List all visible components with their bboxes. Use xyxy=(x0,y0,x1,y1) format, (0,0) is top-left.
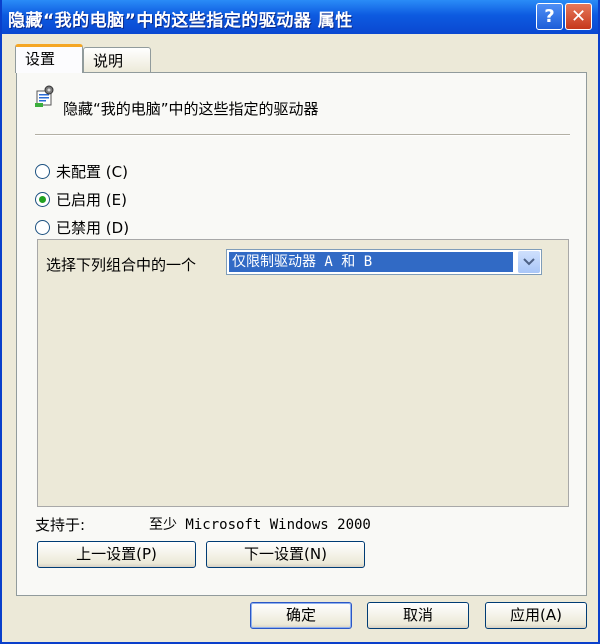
window-title: 隐藏“我的电脑”中的这些指定的驱动器 属性 xyxy=(8,11,353,31)
radio-button[interactable] xyxy=(35,220,50,235)
options-box: 选择下列组合中的一个 仅限制驱动器 A 和 B xyxy=(37,239,569,507)
radio-not-configured[interactable]: 未配置 (C) xyxy=(35,161,128,182)
chevron-down-icon xyxy=(523,258,535,266)
prev-setting-button[interactable]: 上一设置(P) xyxy=(37,541,196,568)
radio-button[interactable] xyxy=(35,192,50,207)
select-value: 仅限制驱动器 A 和 B xyxy=(229,252,513,272)
radio-accel: (E) xyxy=(105,191,127,209)
title-bar[interactable]: 隐藏“我的电脑”中的这些指定的驱动器 属性 ? ✕ xyxy=(2,0,598,34)
drive-combination-select[interactable]: 仅限制驱动器 A 和 B xyxy=(226,249,542,275)
supported-label: 支持于: xyxy=(35,516,86,534)
divider xyxy=(35,134,570,136)
close-button[interactable]: ✕ xyxy=(565,3,592,30)
radio-label: 已禁用 xyxy=(56,219,102,237)
next-setting-button[interactable]: 下一设置(N) xyxy=(206,541,365,568)
tab-explain[interactable]: 说明 xyxy=(83,47,151,73)
policy-settings-icon xyxy=(35,85,54,107)
dropdown-button[interactable] xyxy=(518,251,540,273)
radio-enabled[interactable]: 已启用 (E) xyxy=(35,189,127,210)
radio-button[interactable] xyxy=(35,164,50,179)
radio-disabled[interactable]: 已禁用 (D) xyxy=(35,217,129,238)
help-button[interactable]: ? xyxy=(536,3,563,30)
select-label: 选择下列组合中的一个 xyxy=(46,256,197,274)
tab-settings[interactable]: 设置 xyxy=(15,44,83,73)
help-icon: ? xyxy=(544,6,555,27)
apply-button[interactable]: 应用(A) xyxy=(485,602,587,629)
radio-label: 已启用 xyxy=(56,191,102,209)
policy-title: 隐藏“我的电脑”中的这些指定的驱动器 xyxy=(63,100,319,118)
close-icon: ✕ xyxy=(570,6,587,27)
cancel-button[interactable]: 取消 xyxy=(367,602,469,629)
radio-label: 未配置 xyxy=(56,163,102,181)
properties-dialog: 隐藏“我的电脑”中的这些指定的驱动器 属性 ? ✕ 设置 说明 隐藏“我的电脑”… xyxy=(0,0,600,644)
ok-button[interactable]: 确定 xyxy=(250,602,352,629)
supported-value: 至少 Microsoft Windows 2000 xyxy=(149,517,371,533)
settings-panel: 隐藏“我的电脑”中的这些指定的驱动器 未配置 (C) 已启用 (E) 已禁用 (… xyxy=(16,72,587,596)
radio-accel: (C) xyxy=(105,163,128,181)
radio-accel: (D) xyxy=(105,219,130,237)
